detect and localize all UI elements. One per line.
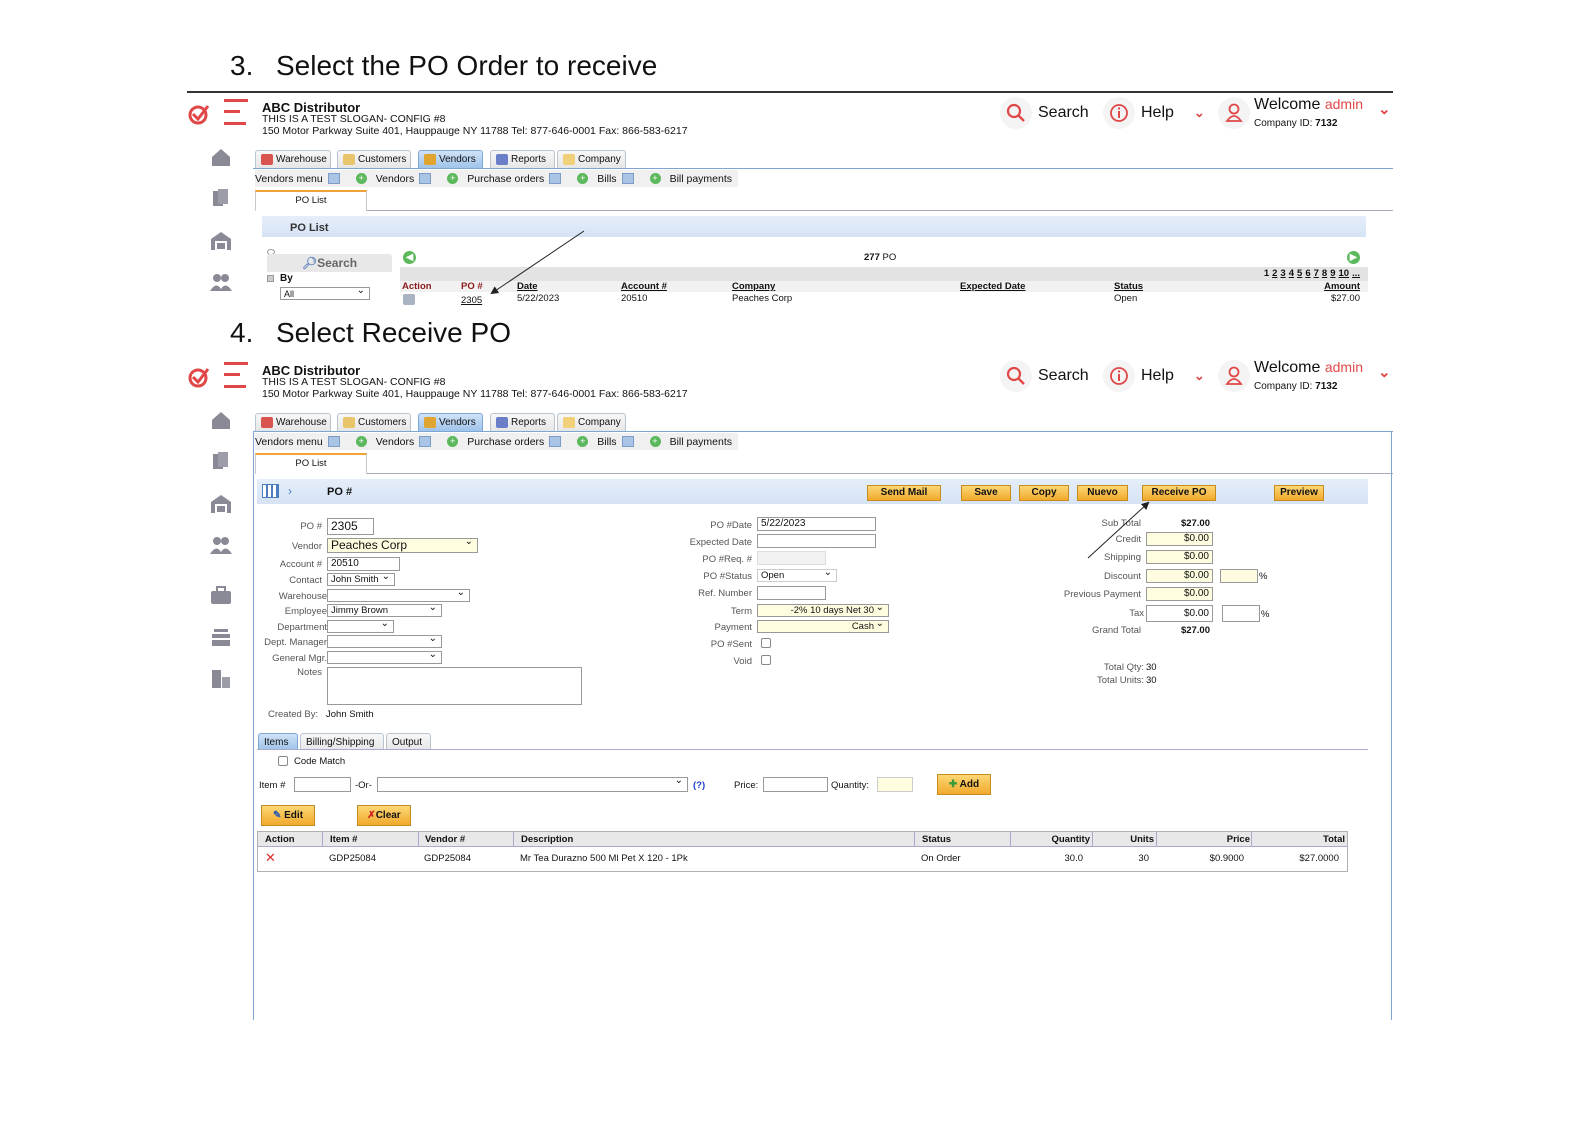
step-number: 3. [230, 50, 254, 81]
step-4-heading: 4. Select Receive PO [230, 317, 511, 349]
archive-icon[interactable] [210, 627, 232, 647]
annotation-arrow [490, 230, 585, 295]
po-form-screenshot: ABC Distributor THIS IS A TEST SLOGAN- C… [185, 355, 1395, 1020]
briefcase-icon[interactable] [210, 585, 232, 605]
po-list-screenshot: ABC Distributor THIS IS A TEST SLOGAN- C… [185, 92, 1395, 307]
step-3-heading: 3. Select the PO Order to receive [230, 50, 657, 82]
buildings-icon[interactable] [210, 669, 232, 689]
annotation-arrow [1087, 501, 1150, 559]
step-number: 4. [230, 317, 254, 348]
step-title: Select Receive PO [276, 317, 511, 348]
step-title: Select the PO Order to receive [276, 50, 658, 81]
